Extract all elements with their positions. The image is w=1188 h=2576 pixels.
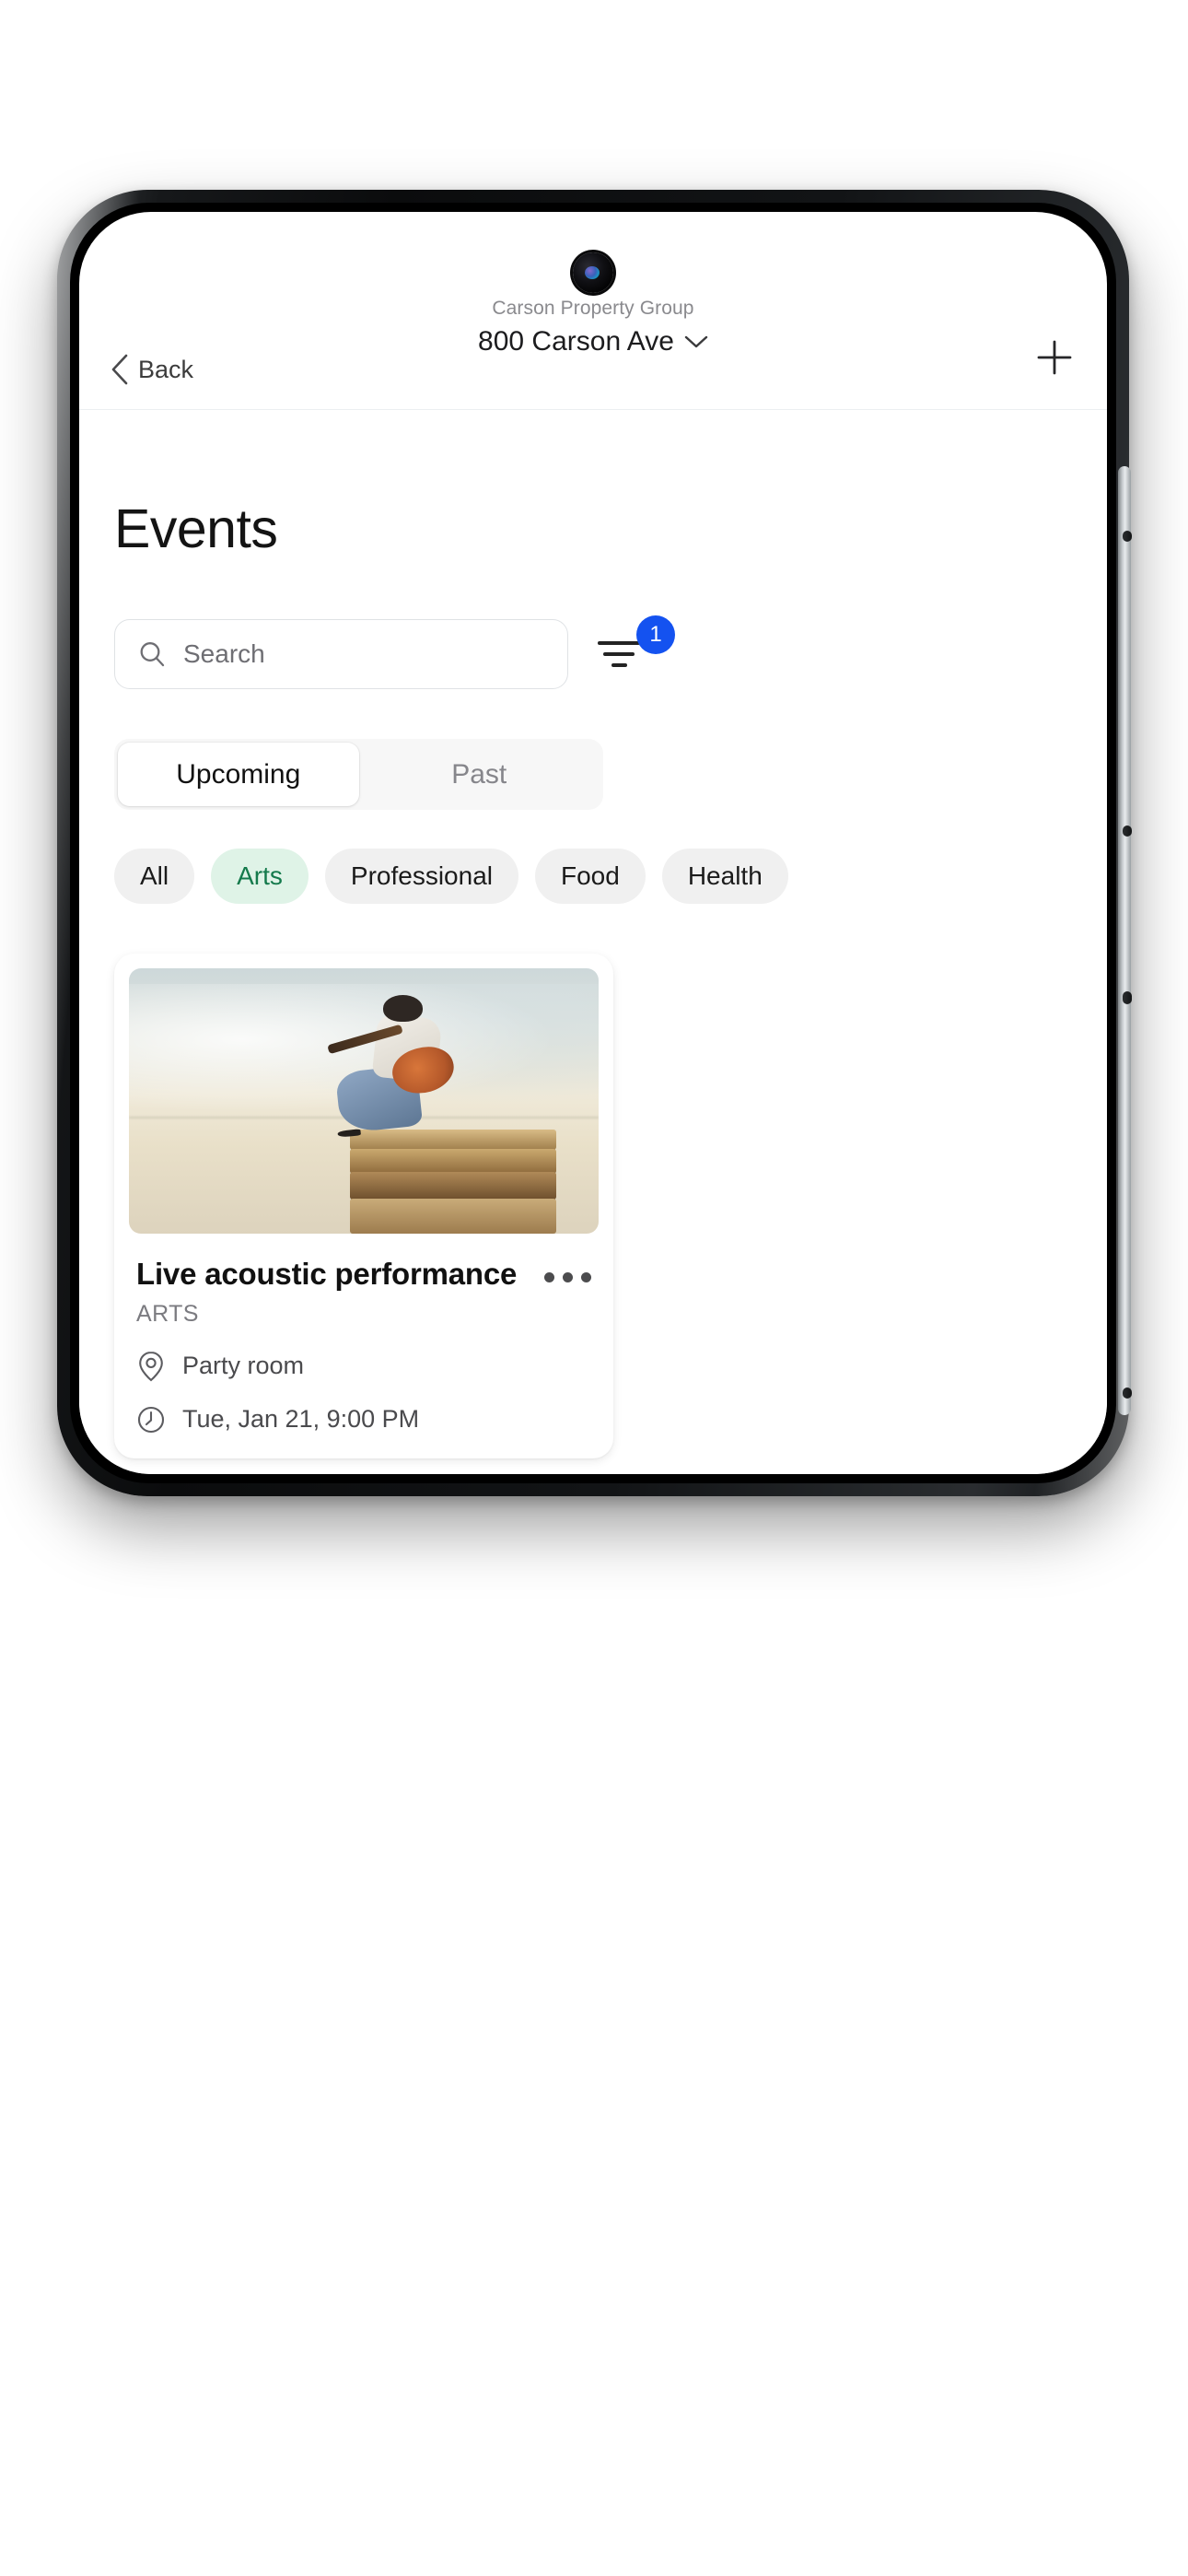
filter-icon-line-2 bbox=[603, 652, 635, 656]
back-button-label: Back bbox=[138, 355, 194, 383]
filter-badge: 1 bbox=[636, 615, 675, 654]
phone-frame: Back Carson Property Group 800 Carson Av… bbox=[57, 190, 1132, 1496]
category-chip-food[interactable]: Food bbox=[535, 849, 646, 904]
front-camera-icon bbox=[573, 252, 613, 293]
plus-icon bbox=[1037, 340, 1072, 375]
tab-past[interactable]: Past bbox=[359, 743, 600, 806]
overflow-menu-icon[interactable] bbox=[544, 1258, 591, 1282]
volume-up-button[interactable] bbox=[1123, 531, 1132, 542]
event-image bbox=[129, 968, 599, 1234]
page-title: Events bbox=[114, 498, 278, 559]
location-pin-icon bbox=[139, 1351, 163, 1382]
search-input[interactable]: Search bbox=[114, 619, 568, 689]
filter-icon-line-3 bbox=[611, 663, 627, 667]
chevron-down-icon bbox=[684, 336, 708, 348]
event-title: Live acoustic performance bbox=[136, 1257, 518, 1291]
tab-upcoming[interactable]: Upcoming bbox=[118, 743, 359, 806]
back-button[interactable]: Back bbox=[111, 354, 193, 387]
phone-screen: Back Carson Property Group 800 Carson Av… bbox=[79, 212, 1107, 1474]
events-tab-group: Upcoming Past bbox=[114, 739, 603, 810]
clock-icon bbox=[137, 1406, 165, 1434]
event-datetime: Tue, Jan 21, 9:00 PM bbox=[182, 1405, 420, 1434]
category-filter-row[interactable]: All Arts Professional Food Health bbox=[114, 849, 1107, 904]
search-placeholder: Search bbox=[183, 639, 265, 668]
event-card-list: Live acoustic performance ARTS Party roo… bbox=[114, 954, 613, 1474]
power-button[interactable] bbox=[1123, 991, 1132, 1004]
category-chip-health[interactable]: Health bbox=[661, 849, 788, 904]
event-location: Party room bbox=[182, 1352, 305, 1380]
guitarist-on-books-illustration bbox=[129, 968, 599, 1234]
volume-down-button[interactable] bbox=[1123, 825, 1132, 837]
chevron-left-icon bbox=[111, 354, 128, 385]
category-chip-all[interactable]: All bbox=[114, 849, 195, 904]
phone-side-rail bbox=[1118, 466, 1131, 1415]
event-location-row: Party room bbox=[136, 1350, 599, 1383]
property-name: 800 Carson Ave bbox=[478, 326, 674, 357]
category-chip-professional[interactable]: Professional bbox=[324, 849, 518, 904]
add-event-button[interactable] bbox=[1033, 336, 1076, 387]
search-icon bbox=[140, 642, 165, 667]
events-scroll-area[interactable]: Events Search 1 Upcoming Past All Arts P… bbox=[79, 410, 1107, 1474]
phone-scene: Back Carson Property Group 800 Carson Av… bbox=[0, 0, 1188, 2576]
filter-icon bbox=[598, 641, 640, 645]
event-card-header: Live acoustic performance bbox=[136, 1257, 599, 1292]
side-button-extra[interactable] bbox=[1123, 1388, 1132, 1399]
search-row: Search 1 bbox=[114, 615, 1107, 689]
event-datetime-row: Tue, Jan 21, 9:00 PM bbox=[136, 1405, 599, 1434]
event-category: ARTS bbox=[136, 1300, 199, 1327]
property-selector[interactable]: 800 Carson Ave bbox=[478, 326, 708, 357]
event-card[interactable]: Live acoustic performance ARTS Party roo… bbox=[114, 954, 613, 1458]
category-chip-arts[interactable]: Arts bbox=[211, 849, 309, 904]
filter-button[interactable]: 1 bbox=[598, 615, 675, 678]
phone-bezel: Back Carson Property Group 800 Carson Av… bbox=[70, 203, 1116, 1483]
